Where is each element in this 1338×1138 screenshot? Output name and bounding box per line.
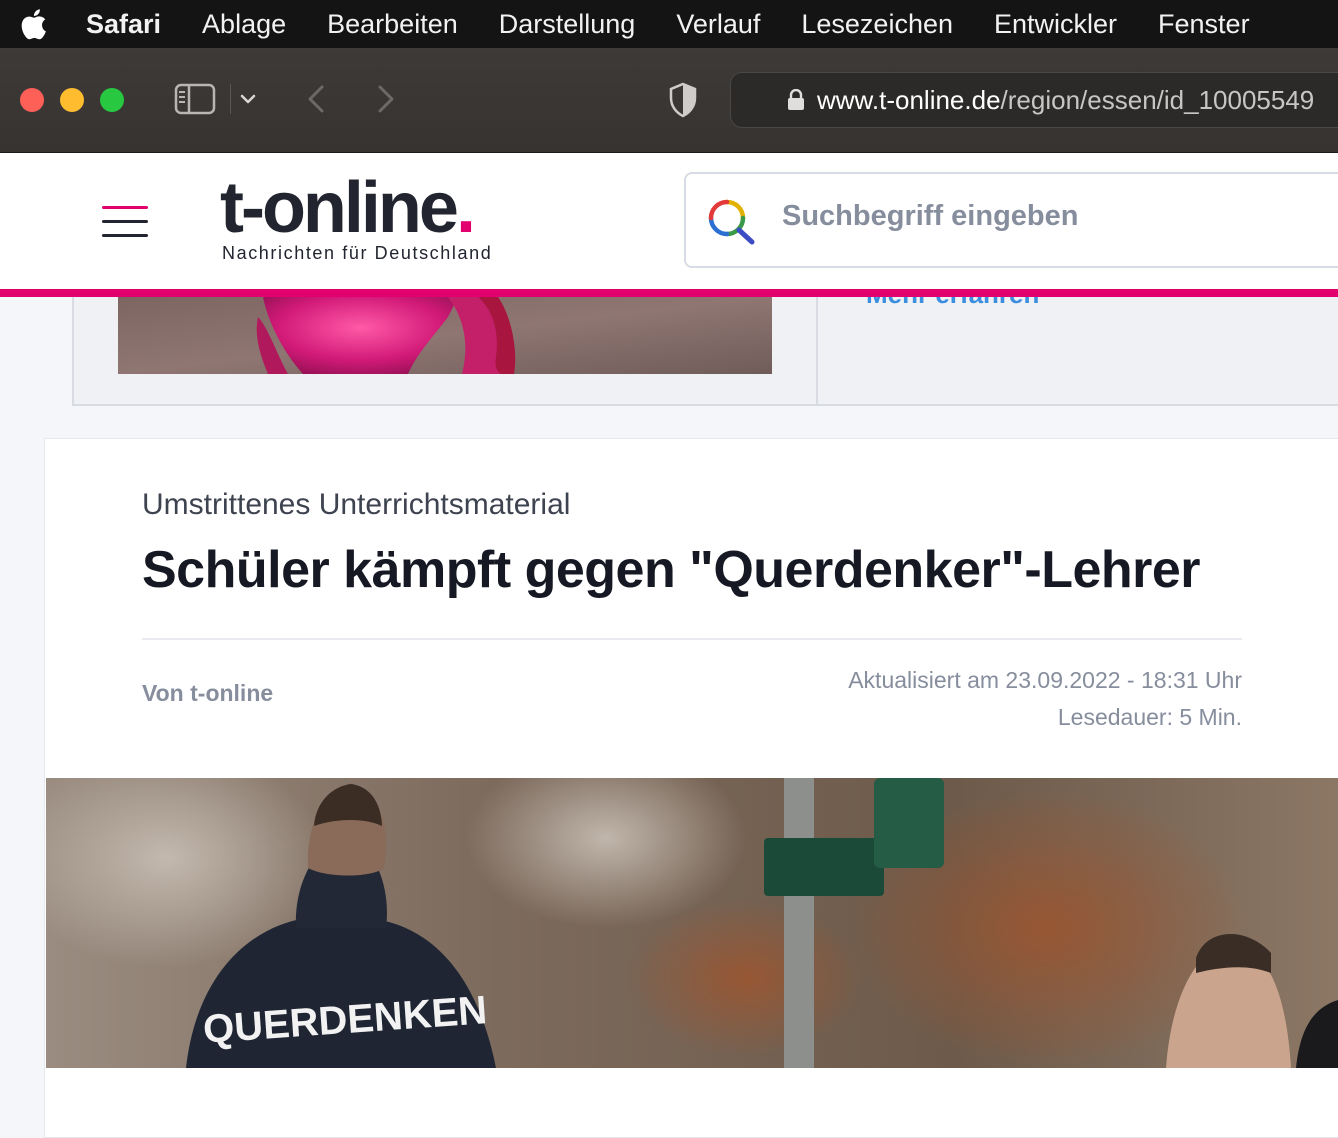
menu-fenster[interactable]: Fenster [1158,9,1250,40]
article-kicker: Umstrittenes Unterrichtsmaterial [142,488,571,521]
search-input[interactable] [782,200,1338,233]
hero-photo: QUERDENKEN [46,778,1338,1068]
menu-verlauf[interactable]: Verlauf [676,9,760,40]
article-updated: Aktualisiert am 23.09.2022 - 18:31 Uhr [848,667,1242,693]
search-icon [708,199,755,245]
privacy-shield-icon[interactable] [668,82,698,118]
url-path: /region/essen/id_10005549 [1000,85,1315,115]
close-window-button[interactable] [20,88,44,112]
minimize-window-button[interactable] [60,88,84,112]
menu-bearbeiten[interactable]: Bearbeiten [327,9,458,40]
article-hero-image[interactable]: QUERDENKEN [46,778,1338,1068]
burger-line-middle [102,220,148,223]
menu-ablage[interactable]: Ablage [202,9,286,40]
address-bar[interactable]: www.t-online.de/region/essen/id_10005549 [730,72,1338,128]
menu-app-safari[interactable]: Safari [86,9,161,40]
zoom-window-button[interactable] [100,88,124,112]
article-author[interactable]: Von t-online [142,680,273,707]
site-logo[interactable]: t-online. [220,168,476,248]
article-reading-time: Lesedauer: 5 Min. [1057,704,1242,730]
article-meta: Aktualisiert am 23.09.2022 - 18:31 Uhr L… [848,662,1242,736]
macos-menubar: Safari Ablage Bearbeiten Darstellung Ver… [0,0,1338,48]
menu-hamburger-button[interactable] [102,206,148,238]
menu-entwickler[interactable]: Entwickler [994,9,1117,40]
search-field[interactable] [684,172,1338,268]
apple-icon[interactable] [18,8,48,40]
teaser-divider [816,297,818,406]
back-arrow-icon[interactable] [302,82,330,116]
site-tagline: Nachrichten für Deutschland [222,243,493,263]
address-url[interactable]: www.t-online.de/region/essen/id_10005549 [817,85,1314,116]
url-host: www.t-online.de [817,85,1001,115]
teaser-photo [118,297,772,374]
article-headline: Schüler kämpft gegen "Querdenker"-Lehrer [142,541,1201,599]
logo-dot: . [455,168,476,248]
burger-line-top [102,206,148,209]
teaser-image[interactable] [118,297,772,374]
burger-line-bottom [102,234,148,237]
chevron-down-icon[interactable] [238,90,258,108]
lock-icon [788,89,804,110]
forward-arrow-icon[interactable] [372,82,400,116]
article-divider [142,638,1242,640]
sidebar-toggle-icon[interactable] [174,83,216,115]
logo-wordmark: t-online [220,168,459,248]
toolbar-divider [230,84,231,114]
menu-lesezeichen[interactable]: Lesezeichen [801,9,953,40]
header-accent-bar [0,289,1338,297]
menu-darstellung[interactable]: Darstellung [499,9,636,40]
